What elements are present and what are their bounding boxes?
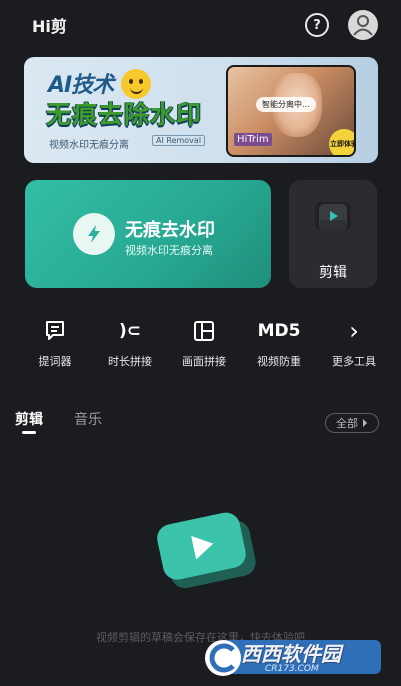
edit-card[interactable]: 剪辑 <box>289 180 377 288</box>
avatar[interactable] <box>348 10 378 40</box>
bolt-icon <box>73 213 115 255</box>
user-icon <box>353 15 373 36</box>
tool-video-dedup[interactable]: MD5 视频防重 <box>244 316 314 369</box>
layout-splice-icon <box>169 316 239 346</box>
tab-music[interactable]: 音乐 <box>74 409 102 429</box>
chevron-right-icon: › <box>349 317 359 345</box>
tool-layout-splice[interactable]: 画面拼接 <box>169 316 239 369</box>
video-clip-icon <box>315 202 351 230</box>
app-title: Hi剪 <box>32 17 67 36</box>
tab-edit[interactable]: 剪辑 <box>15 409 43 429</box>
caret-right-icon <box>363 419 367 427</box>
watermark-text: 西西软件园 <box>241 642 341 666</box>
site-watermark: 西西软件园 CR173.COM <box>203 636 383 678</box>
banner-subtitle: 视频水印无痕分离 <box>49 140 129 151</box>
tab-indicator <box>22 431 36 434</box>
tool-more[interactable]: › 更多工具 <box>319 316 389 369</box>
remove-watermark-card[interactable]: 无痕去水印 视频水印无痕分离 <box>25 180 271 288</box>
all-filter-button[interactable]: 全部 <box>325 413 379 433</box>
help-icon: ? <box>313 17 321 33</box>
all-filter-label: 全部 <box>336 417 358 430</box>
phone-status-pill: 智能分离中... <box>256 97 316 112</box>
banner-phone-preview: 智能分离中... HiTrim 立即体验 <box>226 65 356 157</box>
tool-teleprompter[interactable]: 提词器 <box>20 316 90 369</box>
tool-label: 视频防重 <box>257 355 301 368</box>
empty-draft-illustration <box>157 512 256 589</box>
remove-watermark-subtitle: 视频水印无痕分离 <box>125 244 213 257</box>
edit-label: 剪辑 <box>319 265 347 281</box>
banner-headline: 无痕去除水印 <box>46 100 203 129</box>
phone-brand-label: HiTrim <box>234 133 272 146</box>
teleprompter-icon <box>20 316 90 346</box>
tool-label: 提词器 <box>38 355 72 368</box>
tool-label: 更多工具 <box>332 355 376 368</box>
watermark-subtext: CR173.COM <box>265 664 319 674</box>
try-now-badge[interactable]: 立即体验 <box>329 129 354 155</box>
remove-watermark-title: 无痕去水印 <box>125 220 215 241</box>
duration-splice-icon: )⊂ <box>118 321 141 341</box>
tool-duration-splice[interactable]: )⊂ 时长拼接 <box>95 316 165 369</box>
tool-label: 画面拼接 <box>182 355 226 368</box>
banner-tag: AI Removal <box>152 135 206 146</box>
promo-banner[interactable]: AI技术 无痕去除水印 视频水印无痕分离 AI Removal 智能分离中...… <box>24 57 378 163</box>
tool-label: 时长拼接 <box>108 355 152 368</box>
help-button[interactable]: ? <box>305 13 329 37</box>
md5-icon: MD5 <box>257 321 301 341</box>
